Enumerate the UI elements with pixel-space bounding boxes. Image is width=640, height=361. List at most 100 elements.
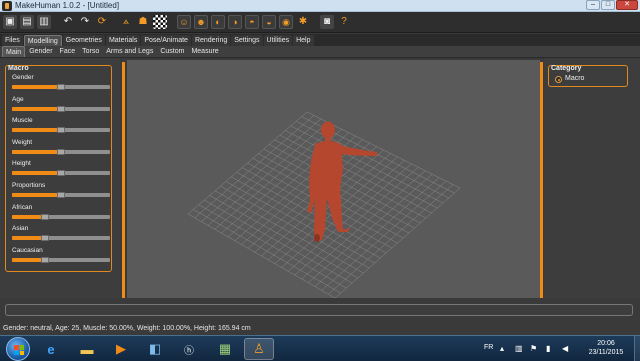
minimize-button[interactable]: – xyxy=(586,0,600,10)
grid-line xyxy=(288,163,412,272)
pose-icon[interactable]: ✱ xyxy=(296,15,310,29)
subtab-gender[interactable]: Gender xyxy=(26,46,55,57)
macro-radio-button[interactable] xyxy=(555,76,562,83)
slider-fill xyxy=(12,85,61,89)
tab-files[interactable]: Files xyxy=(2,35,23,46)
grid-icon[interactable] xyxy=(153,15,167,29)
network-icon[interactable]: ▥ xyxy=(515,344,523,353)
help-icon[interactable]: ? xyxy=(337,15,351,29)
slider-label-asian: Asian xyxy=(12,225,29,233)
ie-icon[interactable]: e xyxy=(36,338,66,360)
toolbar-separator xyxy=(313,15,317,29)
slider-age[interactable] xyxy=(12,105,110,112)
screenshot-icon[interactable]: ◙ xyxy=(320,15,334,29)
save-as-icon[interactable]: ▤ xyxy=(20,15,34,29)
subtab-face[interactable]: Face xyxy=(57,46,79,57)
slider-handle[interactable] xyxy=(57,105,65,112)
slider-african[interactable] xyxy=(12,213,110,220)
slider-fill xyxy=(12,257,45,262)
front-view-icon[interactable]: ☺ xyxy=(177,15,191,29)
clock[interactable]: 20:06 23/11/2015 xyxy=(583,339,629,357)
left-splitter-handle[interactable] xyxy=(122,62,125,298)
close-button[interactable]: ✕ xyxy=(616,0,638,10)
slider-handle[interactable] xyxy=(57,148,65,155)
subtab-main[interactable]: Main xyxy=(2,46,26,57)
image-viewer-icon[interactable]: ▦ xyxy=(210,338,240,360)
subtab-custom[interactable]: Custom xyxy=(157,46,187,57)
flag-icon[interactable]: ⚑ xyxy=(530,344,537,353)
save-icon[interactable]: ▣ xyxy=(3,15,17,29)
slider-fill xyxy=(12,149,61,154)
reset-camera-icon[interactable]: ◉ xyxy=(279,15,293,29)
toolbar-separator xyxy=(170,15,174,29)
slider-handle[interactable] xyxy=(57,170,65,177)
volume-icon[interactable]: ◀ xyxy=(562,344,568,353)
slider-caucasian[interactable] xyxy=(12,256,110,263)
bottom-view-icon[interactable]: ◒ xyxy=(262,15,276,29)
slider-label-height: Height xyxy=(12,160,31,168)
left-view-icon[interactable]: ◐ xyxy=(211,15,225,29)
slider-gender[interactable] xyxy=(12,84,110,90)
start-button[interactable] xyxy=(6,337,30,361)
subtab-torso[interactable]: Torso xyxy=(79,46,102,57)
progress-field xyxy=(5,304,633,316)
top-view-icon[interactable]: ◓ xyxy=(245,15,259,29)
tab-geometries[interactable]: Geometries xyxy=(62,35,105,46)
tab-help[interactable]: Help xyxy=(293,35,314,46)
main-toolbar: ▣ ▤ ▥ ↶ ↷ ⟳ ⟑ ☗ ☺ ☻ ◐ ◑ ◓ ◒ ◉ ✱ ◙ ? xyxy=(0,12,640,33)
slider-handle[interactable] xyxy=(40,235,49,242)
skeleton-icon[interactable]: ☗ xyxy=(136,15,150,29)
back-view-icon[interactable]: ☻ xyxy=(194,15,208,29)
slider-asian[interactable] xyxy=(12,235,110,242)
macro-group-title: Macro xyxy=(8,65,29,72)
sub-tabs: Main Gender Face Torso Arms and Legs Cus… xyxy=(0,46,640,58)
battery-icon[interactable]: ▮ xyxy=(546,344,550,353)
tab-modelling[interactable]: Modelling xyxy=(23,35,62,46)
viewport-canvas xyxy=(187,111,461,298)
slider-fill xyxy=(12,214,45,219)
toolbar-separator xyxy=(112,15,116,29)
slider-handle[interactable] xyxy=(57,84,65,90)
slider-label-gender: Gender xyxy=(12,74,34,81)
slider-handle[interactable] xyxy=(40,256,49,263)
slider-fill xyxy=(12,193,61,197)
tab-utilities[interactable]: Utilities xyxy=(263,35,293,46)
right-view-icon[interactable]: ◑ xyxy=(228,15,242,29)
subtab-measure[interactable]: Measure xyxy=(188,46,221,57)
slider-handle[interactable] xyxy=(57,127,65,134)
wireframe-icon[interactable]: ⟑ xyxy=(119,15,133,29)
makehuman-icon[interactable]: ♙ xyxy=(244,338,274,360)
slider-weight[interactable] xyxy=(12,148,110,155)
media-player-icon[interactable]: ▶ xyxy=(106,338,136,360)
language-indicator[interactable]: FR xyxy=(484,344,493,351)
slider-label-weight: Weight xyxy=(12,138,33,146)
slider-fill xyxy=(12,128,61,133)
slider-label-age: Age xyxy=(12,95,24,103)
slider-height[interactable] xyxy=(12,170,110,177)
bottom-area xyxy=(0,299,640,324)
3d-viewport[interactable] xyxy=(127,60,540,298)
explorer-icon[interactable]: ▬ xyxy=(72,338,102,360)
maximize-button[interactable]: □ xyxy=(601,0,615,10)
switcher-icon[interactable]: ◧ xyxy=(140,338,170,360)
windows-logo-icon xyxy=(14,345,24,355)
tab-materials[interactable]: Materials xyxy=(105,35,141,46)
slider-label-muscle: Muscle xyxy=(12,117,33,125)
slider-muscle[interactable] xyxy=(12,127,110,134)
tray-expand-icon[interactable]: ▴ xyxy=(500,344,504,353)
hp-icon[interactable]: ⓗ xyxy=(174,338,204,360)
right-splitter-handle[interactable] xyxy=(540,62,543,298)
tab-rendering[interactable]: Rendering xyxy=(191,35,231,46)
reset-icon[interactable]: ⟳ xyxy=(95,15,109,29)
slider-handle[interactable] xyxy=(57,192,65,198)
slider-handle[interactable] xyxy=(40,213,49,220)
redo-icon[interactable]: ↷ xyxy=(78,15,92,29)
undo-icon[interactable]: ↶ xyxy=(61,15,75,29)
show-desktop-button[interactable] xyxy=(634,336,640,361)
tab-pose-animate[interactable]: Pose/Animate xyxy=(141,35,191,46)
tab-settings[interactable]: Settings xyxy=(231,35,263,46)
subtab-arms-and-legs[interactable]: Arms and Legs xyxy=(103,46,156,57)
right-panel: Category Macro xyxy=(544,59,640,299)
export-icon[interactable]: ▥ xyxy=(37,15,51,29)
slider-proportions[interactable] xyxy=(12,192,110,198)
